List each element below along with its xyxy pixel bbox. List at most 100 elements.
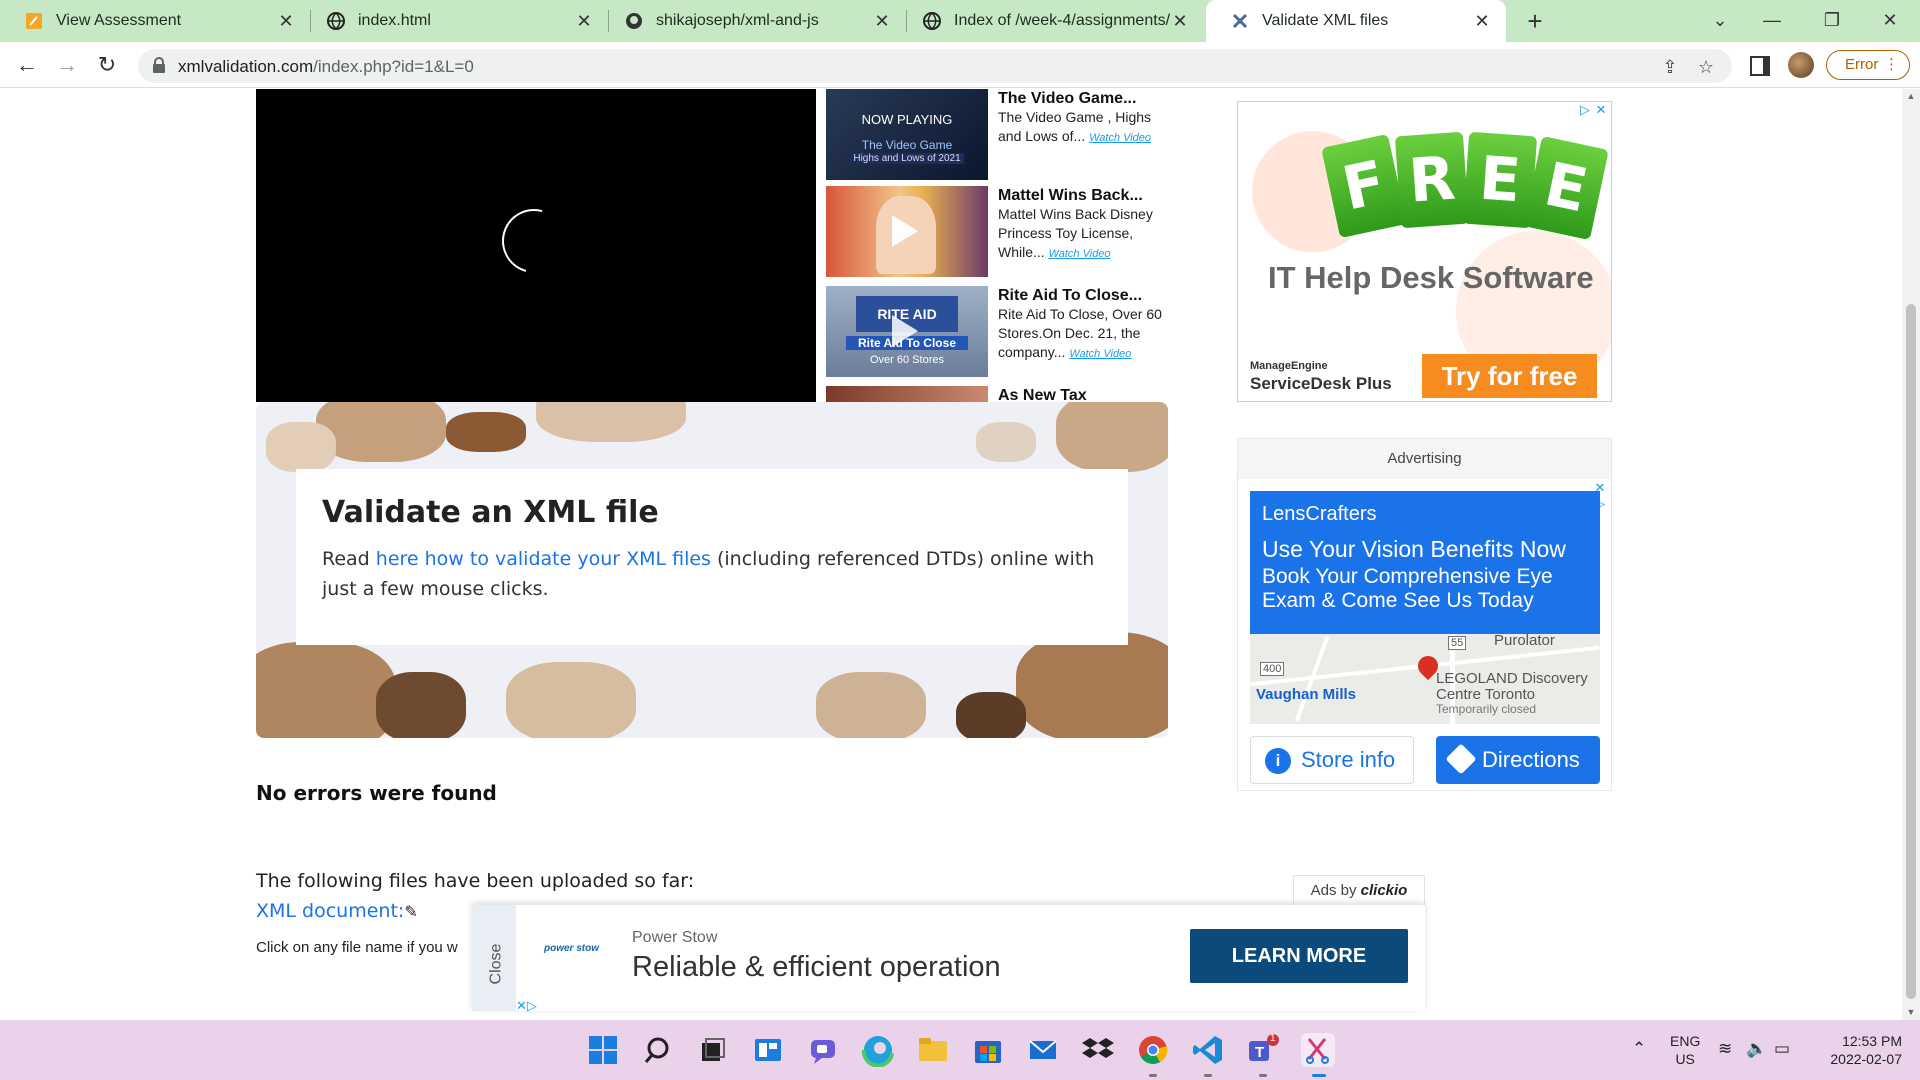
lock-icon bbox=[153, 57, 165, 73]
bookmark-star-icon[interactable]: ☆ bbox=[1694, 55, 1718, 79]
power-stow-logo: power stow bbox=[544, 943, 600, 954]
ad-headline-block[interactable]: LensCrafters Use Your Vision Benefits No… bbox=[1250, 491, 1600, 634]
loading-spinner-icon bbox=[490, 197, 578, 285]
address-bar[interactable]: xmlvalidation.com/index.php?id=1&L=0 ⇪ ☆ bbox=[138, 49, 1732, 83]
avatar[interactable] bbox=[1788, 52, 1814, 78]
svg-text:T: T bbox=[1255, 1044, 1264, 1061]
adchoices-icon[interactable]: ✕▷ bbox=[516, 998, 537, 1014]
adchoices-icon[interactable]: ▷ bbox=[1578, 103, 1592, 117]
try-for-free-button[interactable]: Try for free bbox=[1422, 354, 1597, 398]
restore-button[interactable]: ❐ bbox=[1802, 0, 1862, 42]
clock[interactable]: 12:53 PM 2022-02-07 bbox=[1812, 1032, 1902, 1068]
directions-icon bbox=[1445, 743, 1477, 775]
globe-icon bbox=[922, 11, 942, 31]
reload-button[interactable]: ↻ bbox=[92, 50, 122, 80]
edit-icon bbox=[24, 11, 44, 31]
side-panel-icon[interactable] bbox=[1750, 56, 1770, 76]
close-window-button[interactable]: ✕ bbox=[1860, 0, 1920, 42]
tab-index-of-assignments[interactable]: Index of /week-4/assignments/ ✕ bbox=[898, 0, 1204, 42]
uploaded-files-label: The following files have been uploaded s… bbox=[256, 870, 695, 892]
windows-taskbar: T1 ⌃ ENG US ≋ 🔈 ▭ 12:53 PM 2022-02-07 bbox=[0, 1020, 1920, 1080]
volume-icon[interactable]: 🔈 bbox=[1746, 1039, 1767, 1059]
windows-start-icon[interactable] bbox=[586, 1033, 620, 1067]
close-icon[interactable]: ✕ bbox=[574, 11, 594, 32]
mail-icon[interactable] bbox=[1026, 1033, 1060, 1067]
globe-icon bbox=[326, 11, 346, 31]
forward-button[interactable]: → bbox=[52, 50, 82, 80]
file-explorer-icon[interactable] bbox=[916, 1033, 950, 1067]
tab-index-html[interactable]: index.html ✕ bbox=[302, 0, 608, 42]
helpdesk-ad[interactable]: F R E E IT Help Desk Software ManageEngi… bbox=[1237, 101, 1612, 402]
share-icon[interactable]: ⇪ bbox=[1658, 55, 1682, 79]
validation-status: No errors were found bbox=[256, 781, 497, 805]
video-thumbnail[interactable]: NOW PLAYING The Video Game Highs and Low… bbox=[826, 89, 988, 180]
task-view-icon[interactable] bbox=[696, 1033, 730, 1067]
chrome-icon[interactable] bbox=[1136, 1033, 1170, 1067]
how-to-validate-link[interactable]: here how to validate your XML files bbox=[376, 548, 711, 570]
video-title[interactable]: Rite Aid To Close... bbox=[998, 286, 1168, 305]
xml-document-link[interactable]: XML document:✎ bbox=[256, 900, 418, 922]
profile-error-chip[interactable]: Error ⋮ bbox=[1826, 50, 1910, 80]
wifi-icon[interactable]: ≋ bbox=[1718, 1039, 1732, 1059]
tab-search-icon[interactable]: ⌄ bbox=[1690, 0, 1750, 42]
minimize-button[interactable]: — bbox=[1742, 0, 1802, 42]
validate-card: Validate an XML file Read here how to va… bbox=[296, 469, 1128, 645]
close-icon[interactable]: ✕ bbox=[1170, 11, 1190, 32]
store-map[interactable]: 400 55 Purolator Vaughan Mills LEGOLAND … bbox=[1250, 634, 1600, 724]
validate-description: Read here how to validate your XML files… bbox=[322, 548, 1095, 600]
video-player[interactable] bbox=[256, 89, 816, 402]
watch-video-link[interactable]: Watch Video bbox=[1089, 132, 1151, 144]
tab-github-repo[interactable]: shikajoseph/xml-and-js ✕ bbox=[600, 0, 906, 42]
video-thumbnail[interactable] bbox=[826, 186, 988, 277]
directions-button[interactable]: Directions bbox=[1436, 736, 1600, 784]
close-ad-button[interactable]: Close bbox=[472, 905, 516, 1011]
chat-icon[interactable] bbox=[806, 1033, 840, 1067]
video-thumbnail[interactable]: RITE AID Rite Aid To Close Over 60 Store… bbox=[826, 286, 988, 377]
browser-tab-strip: View Assessment ✕ index.html ✕ shikajose… bbox=[0, 0, 1920, 42]
play-icon bbox=[892, 215, 918, 247]
chevron-up-icon[interactable]: ⌃ bbox=[1632, 1039, 1646, 1059]
browser-toolbar: ← → ↻ xmlvalidation.com/index.php?id=1&L… bbox=[0, 42, 1920, 88]
close-icon[interactable]: ✕ bbox=[1472, 11, 1492, 32]
video-title[interactable]: Mattel Wins Back... bbox=[998, 186, 1168, 205]
search-icon[interactable] bbox=[641, 1033, 675, 1067]
vscode-icon[interactable] bbox=[1191, 1033, 1225, 1067]
widgets-icon[interactable] bbox=[751, 1033, 785, 1067]
xml-icon bbox=[1230, 11, 1250, 31]
dropbox-icon[interactable] bbox=[1081, 1033, 1115, 1067]
github-icon bbox=[624, 11, 644, 31]
scrollbar-thumb[interactable] bbox=[1906, 304, 1916, 999]
battery-icon[interactable]: ▭ bbox=[1774, 1039, 1790, 1059]
page-title: Validate an XML file bbox=[322, 495, 659, 530]
microsoft-store-icon[interactable] bbox=[971, 1033, 1005, 1067]
store-info-button[interactable]: i Store info bbox=[1250, 736, 1414, 784]
edge-icon[interactable] bbox=[861, 1033, 895, 1068]
close-icon[interactable]: ✕ bbox=[276, 11, 296, 32]
validate-banner: Validate an XML file Read here how to va… bbox=[256, 402, 1168, 738]
input-language[interactable]: ENG US bbox=[1670, 1032, 1700, 1068]
click-hint-text: Click on any file name if you w bbox=[256, 939, 458, 956]
back-button[interactable]: ← bbox=[12, 50, 42, 80]
close-icon[interactable]: ✕ bbox=[872, 11, 892, 32]
new-tab-button[interactable]: + bbox=[1520, 6, 1550, 36]
info-icon: i bbox=[1265, 748, 1291, 774]
snipping-tool-icon[interactable] bbox=[1301, 1033, 1335, 1067]
watch-video-link[interactable]: Watch Video bbox=[1069, 348, 1131, 360]
teams-icon[interactable]: T1 bbox=[1246, 1033, 1280, 1067]
ads-by-clickio[interactable]: Ads by clickio bbox=[1293, 875, 1425, 905]
page-viewport: NOW PLAYING The Video Game Highs and Low… bbox=[0, 89, 1902, 1020]
lenscrafters-ad[interactable]: Advertising ✕ ▷ LensCrafters Use Your Vi… bbox=[1237, 438, 1612, 791]
tab-view-assessment[interactable]: View Assessment ✕ bbox=[0, 0, 310, 42]
play-icon bbox=[892, 315, 918, 347]
watch-video-link[interactable]: Watch Video bbox=[1049, 248, 1111, 260]
page-scrollbar[interactable]: ▲ ▼ bbox=[1902, 89, 1920, 1020]
power-stow-ad[interactable]: Close power stow Power Stow Reliable & e… bbox=[472, 905, 1425, 1014]
tab-validate-xml[interactable]: Validate XML files ✕ bbox=[1206, 0, 1506, 42]
learn-more-button[interactable]: LEARN MORE bbox=[1190, 929, 1408, 983]
video-title[interactable]: The Video Game... bbox=[998, 89, 1168, 108]
more-menu-icon[interactable]: ⋮ bbox=[1884, 51, 1899, 79]
ad-close-icon[interactable]: ✕ bbox=[1594, 103, 1608, 117]
video-title[interactable]: As New Tax bbox=[998, 386, 1166, 402]
playlist-item[interactable]: As New Tax bbox=[826, 386, 1166, 402]
url-text: xmlvalidation.com/index.php?id=1&L=0 bbox=[178, 57, 474, 76]
